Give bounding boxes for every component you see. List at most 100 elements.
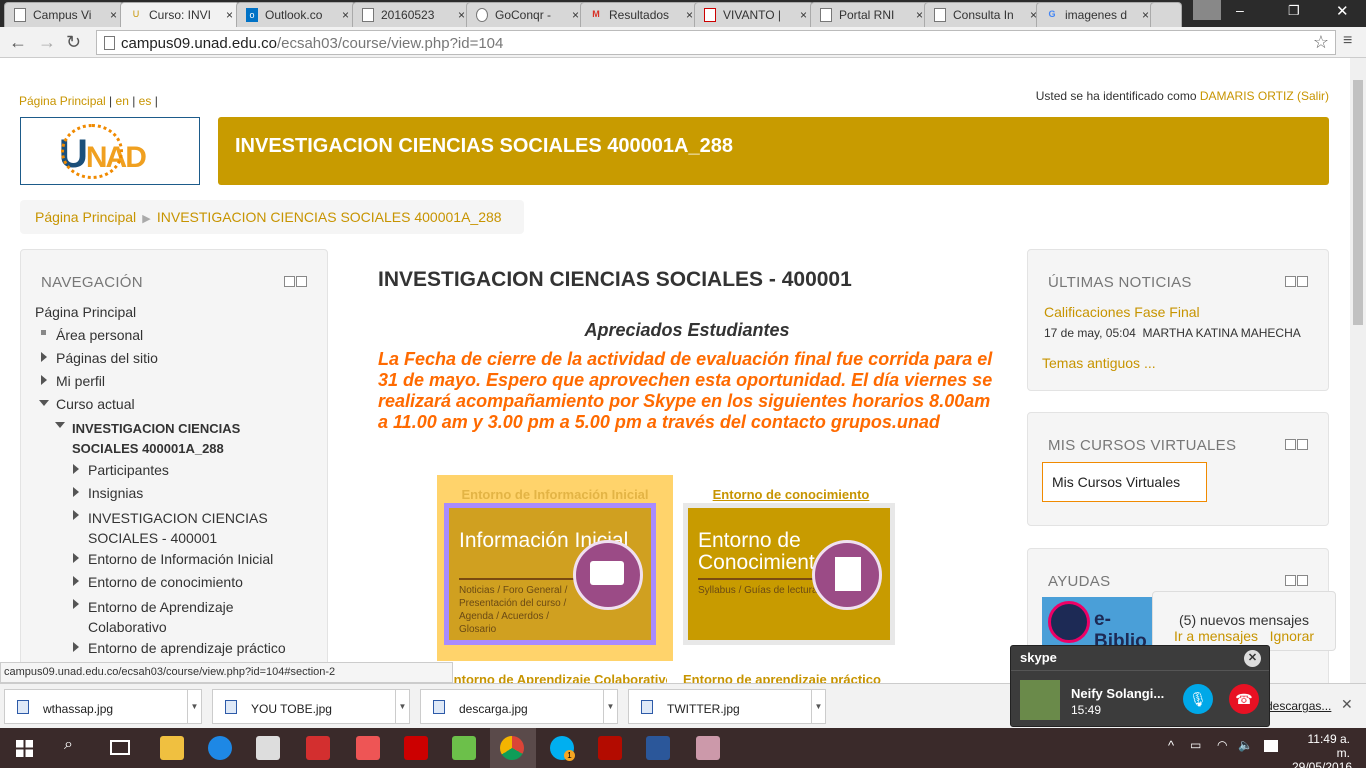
tab-outlook[interactable]: o Outlook.co × <box>236 2 356 27</box>
image-file-icon <box>225 700 237 714</box>
tab-consulta[interactable]: Consulta In × <box>924 2 1044 27</box>
close-tab-icon[interactable]: × <box>800 8 807 22</box>
close-tab-icon[interactable]: × <box>686 8 693 22</box>
card-knowledge[interactable]: Entorno de Conocimiento Syllabus / Guías… <box>683 503 895 645</box>
section-link-collab[interactable]: Entorno de Aprendizaje Colaborativo <box>445 672 667 683</box>
block-controls[interactable] <box>283 276 307 288</box>
breadcrumb-home[interactable]: Página Principal <box>35 209 136 225</box>
nav-section-collab[interactable]: Entorno de Aprendizaje Colaborativo <box>88 597 278 637</box>
download-item[interactable]: wthassap.jpg ▼ <box>4 689 202 724</box>
new-tab-button[interactable] <box>1150 2 1182 27</box>
download-item[interactable]: descarga.jpg ▼ <box>420 689 618 724</box>
acrobat-icon[interactable] <box>598 736 622 760</box>
hang-up-button[interactable]: ☎ <box>1229 684 1259 714</box>
lang-es-link[interactable]: es <box>139 94 152 108</box>
windows-start-icon[interactable] <box>16 740 33 757</box>
file-explorer-icon[interactable] <box>160 736 184 760</box>
close-tab-icon[interactable]: × <box>572 8 579 22</box>
show-all-downloads[interactable]: descargas... <box>1266 699 1331 713</box>
news-item-link[interactable]: Calificaciones Fase Final <box>1044 304 1200 320</box>
greeting: Apreciados Estudiantes <box>584 320 790 340</box>
section-link-info[interactable]: Entorno de Información Inicial <box>437 487 673 502</box>
notifications-icon[interactable] <box>1264 740 1278 752</box>
nav-section-knowledge[interactable]: Entorno de conocimiento <box>88 574 243 590</box>
nav-participants[interactable]: Participantes <box>88 462 169 478</box>
nav-home[interactable]: Página Principal <box>35 304 136 320</box>
app-icon[interactable] <box>356 736 380 760</box>
close-tab-icon[interactable]: × <box>342 8 349 22</box>
movistar-icon[interactable] <box>452 736 476 760</box>
nav-section-general[interactable]: INVESTIGACION CIENCIAS SOCIALES - 400001 <box>88 508 288 548</box>
battery-icon[interactable]: ▭ <box>1190 738 1201 752</box>
profile-icon[interactable] <box>1193 0 1221 20</box>
card-info[interactable]: Información Inicial Noticias / Foro Gene… <box>444 503 656 645</box>
tab-vivanto[interactable]: VIVANTO | × <box>694 2 814 27</box>
logout-link[interactable]: (Salir) <box>1297 89 1329 103</box>
tab-curso[interactable]: U Curso: INVI × <box>120 2 240 28</box>
nav-current-course[interactable]: Curso actual <box>56 396 135 412</box>
home-link[interactable]: Página Principal <box>19 94 106 108</box>
download-item[interactable]: TWITTER.jpg ▼ <box>628 689 826 724</box>
reload-icon[interactable]: ↻ <box>66 32 81 53</box>
breadcrumb-course[interactable]: INVESTIGACION CIENCIAS SOCIALES 400001A_… <box>157 209 502 225</box>
lang-en-link[interactable]: en <box>116 94 129 108</box>
bookmark-star-icon[interactable]: ☆ <box>1313 32 1329 53</box>
nav-section-info[interactable]: Entorno de Información Inicial <box>88 551 273 567</box>
edge-icon[interactable] <box>208 736 232 760</box>
user-link[interactable]: DAMARIS ORTIZ <box>1200 89 1294 103</box>
chrome-icon[interactable] <box>500 736 524 760</box>
microphone-button[interactable]: 🎙 <box>1183 684 1213 714</box>
tab-goconqr[interactable]: GoConqr - × <box>466 2 586 27</box>
tab-google-images[interactable]: Gimagenes d × <box>1036 2 1156 27</box>
wifi-icon[interactable]: ◠ <box>1217 738 1227 752</box>
ignore-link[interactable]: Ignorar <box>1270 628 1314 644</box>
scrollbar-thumb[interactable] <box>1353 80 1363 325</box>
close-window-button[interactable]: ✕ <box>1336 2 1349 20</box>
tab-gmail[interactable]: M Resultados × <box>580 2 700 27</box>
unad-logo[interactable]: UNAD <box>20 117 200 185</box>
close-tab-icon[interactable]: × <box>1142 8 1149 22</box>
gmail-icon: M <box>592 9 600 19</box>
tab-campus[interactable]: Campus Vi × <box>4 2 124 27</box>
close-tab-icon[interactable]: × <box>458 8 465 22</box>
close-tab-icon[interactable]: × <box>110 8 117 22</box>
chevron-down-icon: ▼ <box>603 690 617 723</box>
my-courses-button[interactable]: Mis Cursos Virtuales <box>1042 462 1207 502</box>
forward-icon[interactable]: → <box>38 32 56 53</box>
skype-icon[interactable]: 1 <box>550 736 575 761</box>
close-tab-icon[interactable]: × <box>226 8 233 22</box>
close-tab-icon[interactable]: × <box>916 8 923 22</box>
close-icon[interactable]: ✕ <box>1244 650 1261 667</box>
ebiblio-banner[interactable]: e-Biblio <box>1042 597 1162 647</box>
nav-site-pages[interactable]: Páginas del sitio <box>56 350 158 366</box>
download-item[interactable]: YOU TOBE.jpg ▼ <box>212 689 410 724</box>
tray-chevron-icon[interactable]: ^ <box>1168 738 1174 753</box>
mcafee-icon[interactable] <box>404 736 428 760</box>
menu-icon[interactable]: ≡ <box>1343 32 1352 50</box>
restore-button[interactable]: ❐ <box>1288 3 1300 19</box>
nav-personal-area[interactable]: Área personal <box>56 327 143 343</box>
search-icon[interactable]: ⌕ <box>64 736 73 754</box>
paint-icon[interactable] <box>696 736 720 760</box>
section-link-practice[interactable]: Entorno de aprendizaje práctico <box>683 672 901 683</box>
close-downloads-icon[interactable]: ✕ <box>1341 696 1353 713</box>
tab-portal-rni[interactable]: Portal RNI × <box>810 2 930 27</box>
nav-badges[interactable]: Insignias <box>88 485 143 501</box>
section-link-knowledge[interactable]: Entorno de conocimiento <box>683 487 899 502</box>
older-topics-link[interactable]: Temas antiguos ... <box>1042 355 1156 371</box>
task-view-icon[interactable] <box>110 740 130 755</box>
volume-icon[interactable]: 🔈 <box>1238 738 1253 752</box>
nav-section-practice[interactable]: Entorno de aprendizaje práctico <box>88 640 286 656</box>
store-icon[interactable] <box>256 736 280 760</box>
image-file-icon <box>641 700 653 714</box>
back-icon[interactable]: ← <box>9 32 27 53</box>
minimize-button[interactable]: – <box>1236 2 1244 18</box>
tab-document[interactable]: 20160523 × <box>352 2 472 27</box>
nav-course[interactable]: INVESTIGACION CIENCIAS SOCIALES 400001A_… <box>72 419 272 459</box>
url-bar[interactable]: campus09.unad.edu.co/ecsah03/course/view… <box>96 30 1336 55</box>
nav-profile[interactable]: Mi perfil <box>56 373 105 389</box>
reader-icon[interactable] <box>306 736 330 760</box>
goto-messages-link[interactable]: Ir a mensajes <box>1174 628 1258 644</box>
chat-bubble-icon <box>573 540 643 610</box>
word-icon[interactable] <box>646 736 670 760</box>
